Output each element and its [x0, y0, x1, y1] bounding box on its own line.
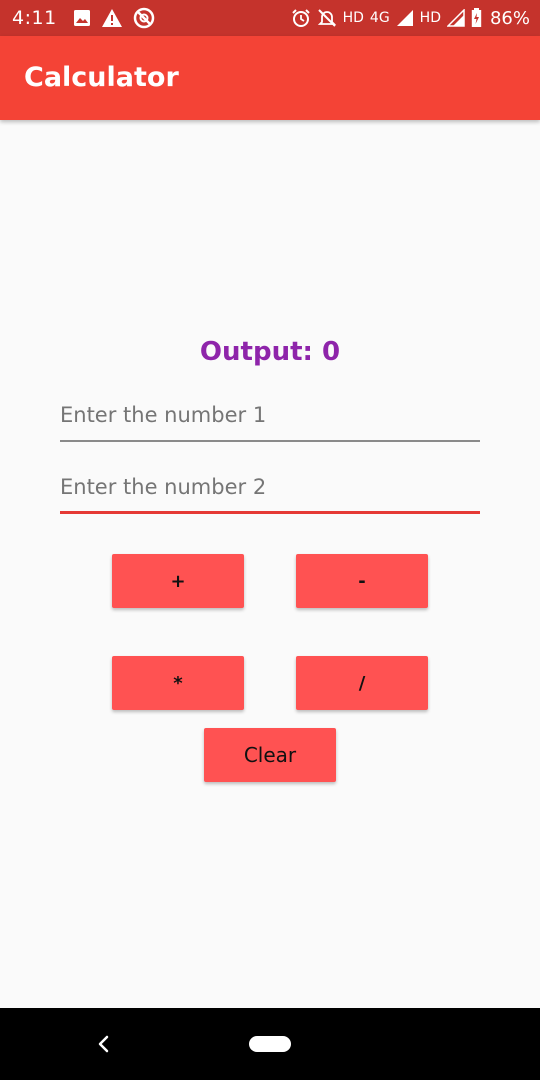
subtract-button[interactable]: - [296, 554, 428, 608]
status-bar: 4:11 HD 4G HD 86% [0, 0, 540, 36]
home-pill-icon[interactable] [249, 1036, 291, 1052]
multiply-button[interactable]: * [112, 656, 244, 710]
number1-input[interactable] [60, 392, 480, 438]
status-bar-left: 4:11 [12, 0, 155, 36]
number2-input[interactable] [60, 464, 480, 510]
network-label-hd-2: HD [419, 10, 441, 26]
alarm-icon [291, 8, 311, 28]
number2-field [60, 464, 480, 514]
app-bar: Calculator [0, 36, 540, 120]
image-icon [73, 9, 91, 27]
status-time: 4:11 [12, 7, 57, 29]
number1-underline [60, 440, 480, 442]
notifications-off-icon [317, 8, 337, 28]
clear-button[interactable]: Clear [204, 728, 336, 782]
signal-icon-2 [446, 9, 465, 27]
signal-icon [396, 9, 414, 27]
add-button[interactable]: + [112, 554, 244, 608]
number1-field [60, 392, 480, 442]
number2-underline [60, 511, 480, 514]
output-label: Output: 0 [199, 337, 341, 367]
battery-icon [471, 8, 482, 28]
back-icon[interactable] [92, 1032, 116, 1056]
app-title: Calculator [24, 62, 179, 93]
warning-icon [101, 8, 123, 28]
network-label-4g: 4G [369, 10, 390, 26]
do-not-disturb-icon [133, 7, 155, 29]
status-bar-right: HD 4G HD 86% [291, 0, 530, 36]
divide-button[interactable]: / [296, 656, 428, 710]
navigation-bar [0, 1008, 540, 1080]
network-label-hd: HD [342, 10, 364, 26]
battery-percent: 86% [489, 7, 530, 29]
